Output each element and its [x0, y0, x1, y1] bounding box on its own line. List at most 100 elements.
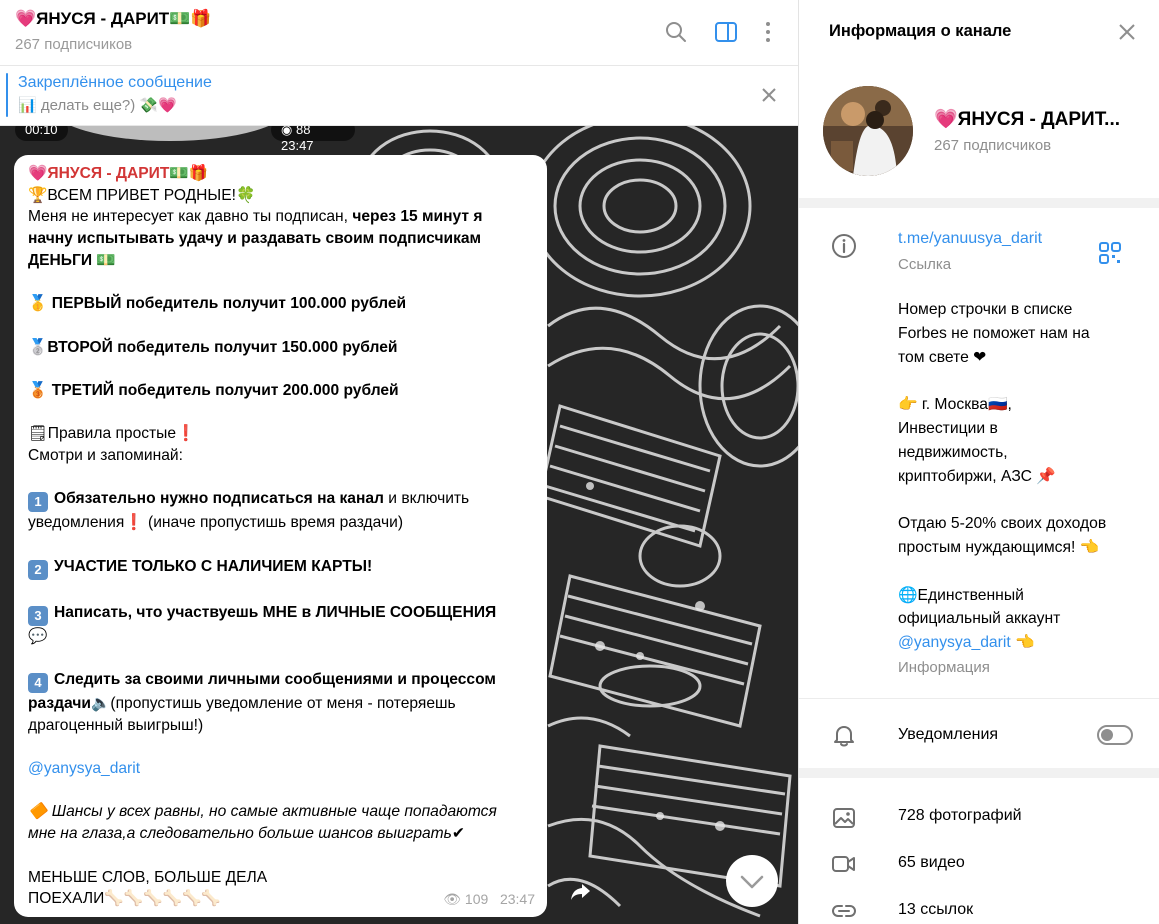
desc-line: 🌐Единственный [898, 586, 1024, 604]
close-icon[interactable] [1117, 22, 1137, 42]
step-4-line-2: раздачи🔈(пропустишь уведомление от меня … [28, 693, 533, 715]
videos-row[interactable]: 65 видео [898, 854, 965, 872]
description-label: Информация [898, 659, 990, 676]
pinned-text: 📊 делать еще?) 💸💗 [18, 97, 177, 114]
qr-code-icon[interactable] [1098, 241, 1122, 265]
note-line-1: 🔶 Шансы у всех равны, но самые активные … [28, 803, 497, 821]
desc-line: простым нуждающимся! 👈 [898, 538, 1100, 556]
prize-third: 🥉 ТРЕТИЙ победитель получит 200.000 рубл… [28, 380, 533, 402]
channel-description: Номер строчки в списке Forbes не поможет… [898, 298, 1138, 655]
step-1-bold: Обязательно нужно подписаться на канал [54, 490, 384, 508]
step-1: 1 Обязательно нужно подписаться на канал … [28, 488, 533, 513]
prize-first: 🥇 ПЕРВЫЙ победитель получит 100.000 рубл… [28, 293, 533, 315]
step-4-bold-2: раздачи [28, 694, 91, 712]
sidebar-toggle-icon[interactable] [714, 20, 738, 44]
desc-line: 👉 г. Москва🇷🇺, [898, 396, 1012, 414]
desc-line: официальный аккаунт [898, 610, 1061, 628]
desc-line: Номер строчки в списке [898, 301, 1073, 318]
keycap-4-icon: 4 [28, 672, 48, 693]
divider [799, 698, 1159, 699]
chat-header[interactable]: 💗ЯНУСЯ - ДАРИТ💵🎁 267 подписчиков [0, 0, 798, 66]
toggle-knob [1101, 729, 1113, 741]
notifications-label: Уведомления [898, 726, 999, 743]
step-4-line-3: драгоценный выигрыш!) [28, 716, 204, 734]
pinned-message-bar[interactable]: Закреплённое сообщение 📊 делать еще?) 💸💗 [0, 66, 798, 126]
step-1-rest: и включить [383, 490, 470, 508]
divider [799, 768, 1159, 778]
avatar-image [823, 86, 913, 176]
step-4-rest: 🔈(пропустишь уведомление от меня - потер… [90, 694, 456, 712]
video-icon [832, 856, 855, 872]
pinned-indicator [6, 73, 8, 117]
intro-bold-3: ДЕНЬГИ 💵 [28, 251, 116, 269]
prize-first-text: 🥇 ПЕРВЫЙ победитель получит 100.000 рубл… [28, 295, 407, 313]
rules-subtitle: Смотри и запоминай: [28, 447, 183, 465]
message-intro-line: Меня не интересует как давно ты подписан… [28, 206, 533, 228]
more-vertical-icon[interactable] [756, 20, 780, 44]
message-intro-line-2: начну испытывать удачу и раздавать своим… [28, 228, 533, 250]
close-icon[interactable] [760, 86, 778, 104]
links-row[interactable]: 13 ссылок [898, 901, 973, 919]
step-2-bold: УЧАСТИЕ ТОЛЬКО С НАЛИЧИЕМ КАРТЫ! [54, 557, 373, 575]
step-4-bold: Следить за своими личными сообщениями и … [54, 670, 496, 688]
prize-second: 🥈ВТОРОЙ победитель получит 150.000 рубле… [28, 337, 533, 359]
forward-icon[interactable] [566, 876, 596, 906]
desc-mention-suffix: 👈 [1010, 634, 1035, 652]
channel-link[interactable]: t.me/yanuusya_darit [898, 230, 1042, 248]
message-views: 109 [464, 891, 489, 908]
desc-line: том свете ❤ [898, 348, 987, 366]
chevron-down-icon [740, 875, 764, 889]
desc-line: Forbes не поможет нам на [898, 324, 1090, 342]
step-3-line-2: 💬 [28, 627, 48, 645]
message-time: 23:47 [499, 891, 535, 908]
desc-mention-line: @yanysya_darit 👈 [898, 631, 1138, 655]
desc-line: недвижимость, [898, 443, 1008, 461]
desc-mention-link[interactable]: @yanysya_darit [898, 634, 1011, 651]
keycap-2-icon: 2 [28, 559, 48, 580]
info-circle-icon [832, 234, 856, 258]
channel-avatar[interactable] [823, 86, 913, 176]
eye-icon: 👁 [443, 891, 465, 908]
intro-bold: через 15 минут я [352, 208, 483, 226]
search-icon[interactable] [664, 20, 688, 44]
photo-icon [833, 808, 855, 828]
notifications-toggle[interactable] [1097, 725, 1133, 745]
prize-third-text: 🥉 ТРЕТИЙ победитель получит 200.000 рубл… [28, 381, 399, 399]
step-1-line-2: уведомления❗ (иначе пропустишь время раз… [28, 514, 404, 532]
pinned-label: Закреплённое сообщение [18, 74, 212, 91]
info-subscriber-count: 267 подписчиков [934, 137, 1052, 154]
closing-line-1: МЕНЬШЕ СЛОВ, БОЛЬШЕ ДЕЛА [28, 868, 268, 886]
prize-second-text: 🥈ВТОРОЙ победитель получит 150.000 рубле… [28, 338, 398, 356]
photos-row[interactable]: 728 фотографий [898, 807, 1022, 825]
message-greeting: 🏆ВСЕМ ПРИВЕТ РОДНЫЕ!🍀 [28, 186, 256, 204]
message-mention-link[interactable]: @yanysya_darit [28, 758, 533, 780]
keycap-3-icon: 3 [28, 605, 48, 626]
link-icon [831, 905, 857, 917]
step-4: 4 Следить за своими личными сообщениями и… [28, 669, 533, 693]
desc-line: Отдаю 5-20% своих доходов [898, 515, 1107, 533]
chat-title[interactable]: 💗ЯНУСЯ - ДАРИТ💵🎁 [15, 9, 212, 29]
bell-icon [834, 726, 854, 747]
message-bubble[interactable]: 💗ЯНУСЯ - ДАРИТ💵🎁 🏆ВСЕМ ПРИВЕТ РОДНЫЕ!🍀 М… [14, 155, 547, 917]
chat-column: 00:10 ◉ 88 23:47 💗ЯНУСЯ - ДАРИТ💵🎁 267 по… [0, 0, 798, 924]
step-3-bold: Написать, что участвуешь МНЕ в ЛИЧНЫЕ СО… [54, 603, 497, 621]
keycap-1-icon: 1 [28, 492, 48, 513]
info-panel-title: Информация о канале [829, 22, 1012, 40]
intro-bold-2: начну испытывать удачу и раздавать своим… [28, 230, 482, 248]
message-channel-name[interactable]: 💗ЯНУСЯ - ДАРИТ💵🎁 [28, 163, 533, 185]
channel-link-label: Ссылка [898, 256, 952, 273]
note-line-2: мне на глаза,а следовательно больше шанс… [28, 825, 465, 843]
divider [799, 198, 1159, 208]
intro-text: Меня не интересует как давно ты подписан… [28, 208, 353, 226]
chat-subscriber-count: 267 подписчиков [15, 36, 133, 53]
step-3: 3 Написать, что участвуешь МНЕ в ЛИЧНЫЕ С… [28, 602, 533, 626]
scroll-down-button[interactable] [726, 855, 778, 907]
message-intro-line-3: ДЕНЬГИ 💵 [28, 250, 533, 272]
info-channel-name: 💗ЯНУСЯ - ДАРИТ... [934, 109, 1121, 130]
rules-title: 🗒Правила простые❗ [28, 425, 196, 443]
channel-info-panel: Информация о канале 💗ЯНУСЯ - ДАРИТ... 26… [798, 0, 1159, 924]
message-meta: 👁 109 23:47 [443, 889, 535, 911]
desc-line: Инвестиции в [898, 419, 998, 437]
step-2: 2 УЧАСТИЕ ТОЛЬКО С НАЛИЧИЕМ КАРТЫ! [28, 556, 533, 580]
desc-line: криптобиржи, АЗС 📌 [898, 467, 1056, 485]
